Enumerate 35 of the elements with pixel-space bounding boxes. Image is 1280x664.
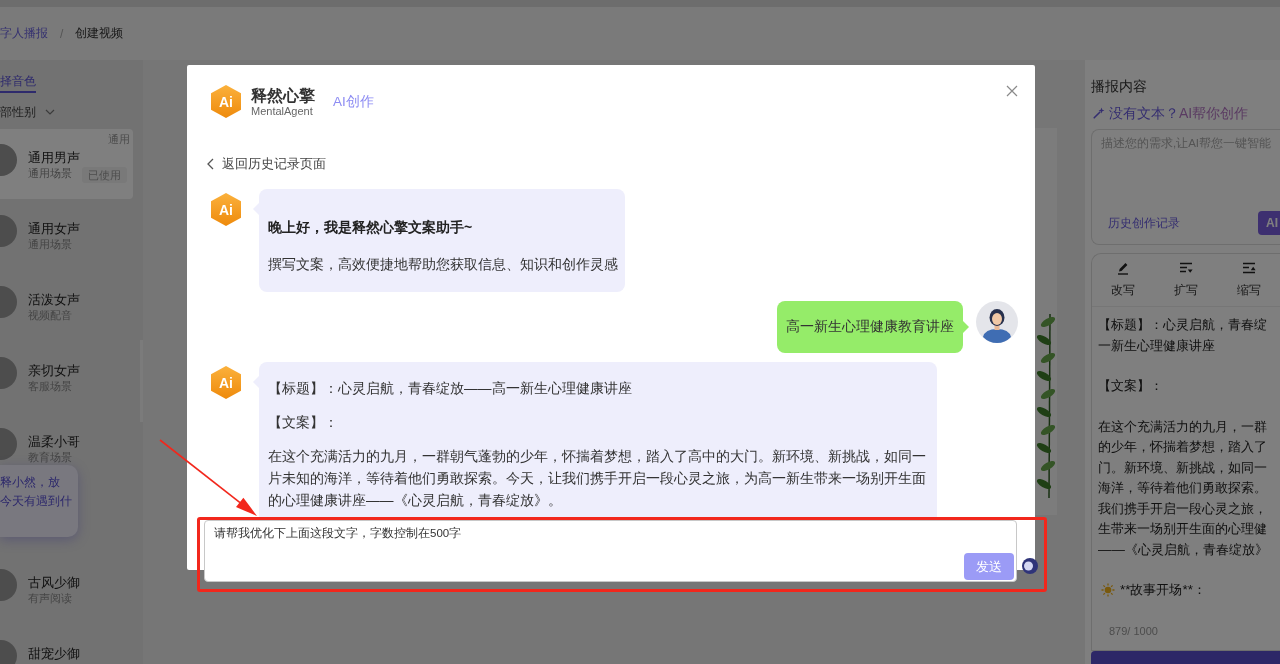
voice-name: 古风少御 xyxy=(28,575,80,591)
voice-name: 甜宠少御 xyxy=(28,646,80,662)
story-heading: **故事开场**： xyxy=(1120,581,1206,599)
ai-hint-text: 没有文本？AI帮你创作 xyxy=(1109,104,1249,123)
breadcrumb-separator: / xyxy=(60,26,64,41)
message-text: 高一新生心理健康教育讲座 xyxy=(786,318,954,336)
voice-name: 通用男声 xyxy=(28,150,80,166)
script-line: 一新生心理健康讲座 xyxy=(1098,336,1216,355)
section-title: 播报内容 xyxy=(1091,77,1148,96)
script-line: 在这个充满活力的九月，一群 xyxy=(1098,417,1268,436)
voice-name: 通用女声 xyxy=(28,221,80,237)
voice-name: 亲切女声 xyxy=(28,363,80,379)
message-text: 撰写文案，高效便捷地帮助您获取信息、知识和创作灵感 xyxy=(268,256,618,274)
brand-name: 释然心擎 xyxy=(251,85,315,105)
chat-tip: 释小然，放 今天有遇到什 xyxy=(0,465,78,537)
assistant-avatar: Ai xyxy=(211,366,241,399)
breadcrumb-current: 创建视频 xyxy=(75,25,124,42)
section-label: AI创作 xyxy=(333,92,374,111)
assistant-avatar: Ai xyxy=(211,193,241,226)
message-text: 在这个充满活力的九月，一群朝气蓬勃的少年，怀揣着梦想，踏入了高中的大门。新环境、新挑战，如同一片未知的海洋，等待着他们勇敢探索。今天，让我们携手开启一段心灵之旅，为高一新生带来一场别开生面的心理健康讲座——《心灵启航，青春绽放》。 xyxy=(268,448,927,510)
app-logo: Ai xyxy=(211,85,241,118)
script-line: 门。新环境、新挑战，如同一 xyxy=(1098,458,1268,477)
script-line: ——《心灵启航，青春绽放》 xyxy=(1098,540,1269,559)
message-text: 【标题】：心灵启航，青春绽放——高一新生心理健康讲座 xyxy=(268,380,633,398)
message-heading: 晚上好，我是释然心擎文案助手~ xyxy=(268,218,474,237)
script-line: 我们携手开启一段心灵之旅， xyxy=(1098,499,1268,518)
script-line: 【文案】： xyxy=(1098,377,1164,395)
script-line: 生带来一场别开生面的心理健 xyxy=(1098,520,1268,538)
message-text: 【文案】： xyxy=(268,414,339,432)
script-line: 【标题】：心灵启航，青春绽 xyxy=(1098,316,1268,334)
brand-subtitle: MentalAgent xyxy=(251,104,314,118)
voice-name: 温柔小哥 xyxy=(28,434,80,450)
voice-name: 活泼女声 xyxy=(28,292,80,308)
script-line: 海洋，等待着他们勇敢探索。 xyxy=(1098,479,1268,497)
script-line: 的少年，怀揣着梦想，踏入了 xyxy=(1098,438,1268,456)
